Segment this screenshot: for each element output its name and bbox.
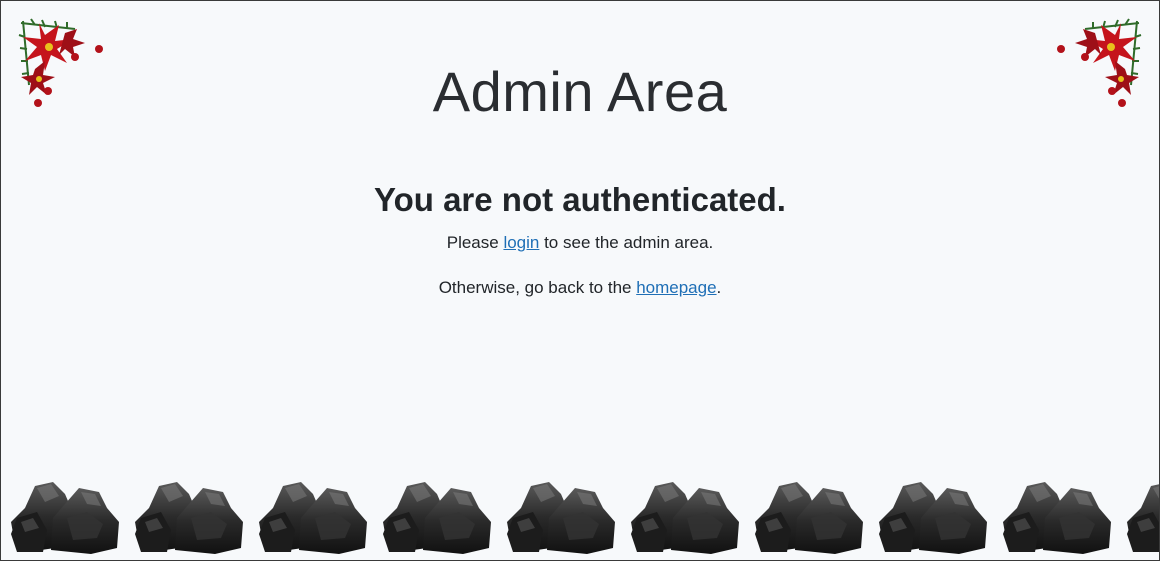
homepage-message-suffix: . bbox=[716, 278, 722, 297]
homepage-message: Otherwise, go back to the homepage. bbox=[1, 278, 1159, 298]
coal-lump-icon bbox=[1127, 484, 1159, 552]
page-frame: Admin Area You are not authenticated. Pl… bbox=[0, 0, 1160, 561]
coal-lump-icon bbox=[879, 482, 987, 554]
login-message-prefix: Please bbox=[446, 233, 504, 252]
login-link[interactable]: login bbox=[503, 233, 539, 252]
coal-lump-icon bbox=[755, 482, 863, 554]
coal-lump-icon bbox=[631, 482, 739, 554]
coal-lump-icon bbox=[507, 482, 615, 554]
coal-lump-icon bbox=[11, 482, 119, 554]
homepage-link[interactable]: homepage bbox=[636, 278, 716, 297]
coal-lump-icon bbox=[259, 482, 367, 554]
coal-lump-icon bbox=[383, 482, 491, 554]
login-message: Please login to see the admin area. bbox=[1, 233, 1159, 253]
coal-border bbox=[1, 474, 1159, 560]
login-message-suffix: to see the admin area. bbox=[539, 233, 714, 252]
page-title: Admin Area bbox=[432, 60, 728, 123]
coal-lump-icon bbox=[135, 482, 243, 554]
not-authenticated-heading: You are not authenticated. bbox=[374, 181, 786, 218]
coal-lump-icon bbox=[1003, 482, 1111, 554]
homepage-message-prefix: Otherwise, go back to the bbox=[438, 278, 637, 297]
